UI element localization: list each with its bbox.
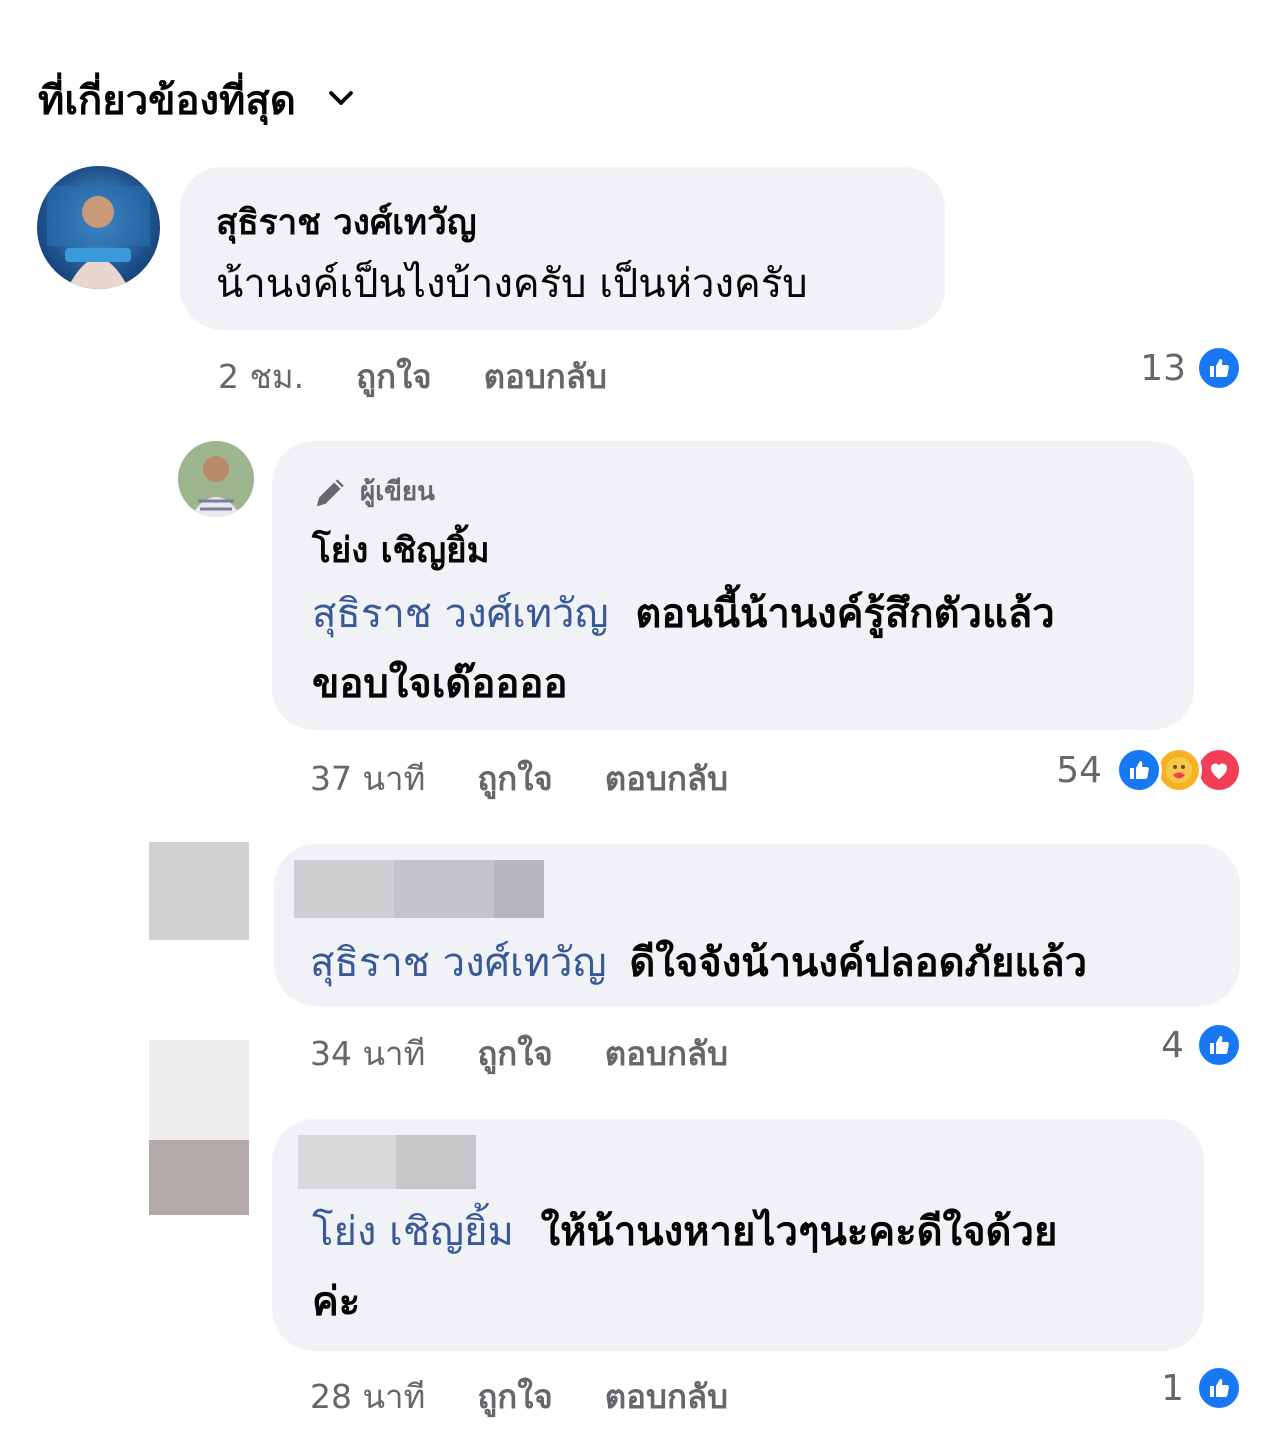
mention-link[interactable]: สุธิราช วงศ์เทวัญ	[312, 591, 609, 637]
reaction-count: 13	[1140, 347, 1186, 389]
mention-link[interactable]: สุธิราช วงศ์เทวัญ	[310, 940, 607, 986]
reaction-count: 1	[1161, 1367, 1184, 1409]
comment-author[interactable]: โย่ง เชิญยิ้ม	[312, 523, 490, 578]
comment-author[interactable]: สุธิราช วงศ์เทวัญ	[216, 195, 477, 250]
reaction-count: 54	[1056, 749, 1102, 791]
comment-text-line1: ให้น้านงหายไวๆนะคะดีใจด้วย	[540, 1209, 1058, 1255]
reply-button[interactable]: ตอบกลับ	[605, 1027, 728, 1080]
like-button[interactable]: ถูกใจ	[356, 350, 431, 403]
redacted-author	[298, 1135, 476, 1189]
like-button[interactable]: ถูกใจ	[477, 752, 552, 805]
comment-time[interactable]: 28 นาที	[310, 1370, 425, 1423]
sort-label: ที่เกี่ยวข้องที่สุด	[38, 78, 296, 124]
comment-bubble: โย่ง เชิญยิ้ม ให้น้านงหายไวๆนะคะดีใจด้วย…	[272, 1119, 1204, 1351]
comment-bubble: สุธิราช วงศ์เทวัญ น้านงค์เป็นไงบ้างครับ …	[180, 167, 945, 330]
like-button[interactable]: ถูกใจ	[477, 1027, 552, 1080]
comment-text: สุธิราช วงศ์เทวัญ ตอนนี้น้านงค์รู้สึกตัว…	[312, 579, 1172, 719]
pencil-icon	[316, 478, 344, 506]
heart-icon	[1196, 747, 1242, 793]
reaction-summary[interactable]: 1	[1161, 1365, 1242, 1411]
reply-button[interactable]: ตอบกลับ	[484, 350, 607, 403]
comment-bubble: สุธิราช วงศ์เทวัญ ดีใจจังน้านงค์ปลอดภัยแ…	[274, 844, 1240, 1006]
reply-button[interactable]: ตอบกลับ	[605, 1370, 728, 1423]
care-icon	[1156, 747, 1202, 793]
like-icon	[1196, 345, 1242, 391]
author-badge: ผู้เขียน	[312, 471, 435, 512]
like-icon	[1196, 1022, 1242, 1068]
mention-link[interactable]: โย่ง เชิญยิ้ม	[312, 1209, 514, 1255]
like-button[interactable]: ถูกใจ	[477, 1370, 552, 1423]
like-icon	[1116, 747, 1162, 793]
comment-text: น้านงค์เป็นไงบ้างครับ เป็นห่วงครับ	[216, 261, 808, 307]
comment-text-line1: ตอนนี้น้านงค์รู้สึกตัวแล้ว	[635, 591, 1055, 637]
avatar[interactable]	[178, 441, 254, 517]
reaction-summary[interactable]: 54	[1056, 747, 1242, 793]
chevron-down-icon	[326, 77, 356, 123]
reaction-summary[interactable]: 13	[1140, 345, 1242, 391]
comment-meta: 2 ชม. ถูกใจ ตอบกลับ	[218, 350, 607, 403]
comment-meta: 37 นาที ถูกใจ ตอบกลับ	[310, 752, 728, 805]
author-badge-label: ผู้เขียน	[360, 477, 435, 507]
comment-time[interactable]: 34 นาที	[310, 1027, 425, 1080]
redacted-author	[294, 860, 544, 918]
reply-button[interactable]: ตอบกลับ	[605, 752, 728, 805]
avatar[interactable]	[149, 1140, 249, 1215]
comment-time[interactable]: 2 ชม.	[218, 350, 304, 403]
comment-meta: 34 นาที ถูกใจ ตอบกลับ	[310, 1027, 728, 1080]
avatar[interactable]	[149, 842, 249, 940]
reaction-summary[interactable]: 4	[1161, 1022, 1242, 1068]
avatar[interactable]	[37, 166, 160, 289]
comment-text-body: ดีใจจังน้านงค์ปลอดภัยแล้ว	[629, 940, 1088, 986]
like-icon	[1196, 1365, 1242, 1411]
comment-text: สุธิราช วงศ์เทวัญ ดีใจจังน้านงค์ปลอดภัยแ…	[310, 928, 1087, 998]
comment-meta: 28 นาที ถูกใจ ตอบกลับ	[310, 1370, 728, 1423]
comment-text-line2: ขอบใจเด๊ออออ	[312, 661, 568, 707]
comment-text: โย่ง เชิญยิ้ม ให้น้านงหายไวๆนะคะดีใจด้วย…	[312, 1197, 1192, 1337]
reaction-count: 4	[1161, 1024, 1184, 1066]
comment-time[interactable]: 37 นาที	[310, 752, 425, 805]
sort-dropdown[interactable]: ที่เกี่ยวข้องที่สุด	[38, 68, 356, 132]
comment-bubble: ผู้เขียน โย่ง เชิญยิ้ม สุธิราช วงศ์เทวัญ…	[272, 441, 1194, 730]
avatar-placeholder	[149, 1040, 249, 1140]
comment-text-line2: ค่ะ	[312, 1279, 361, 1325]
